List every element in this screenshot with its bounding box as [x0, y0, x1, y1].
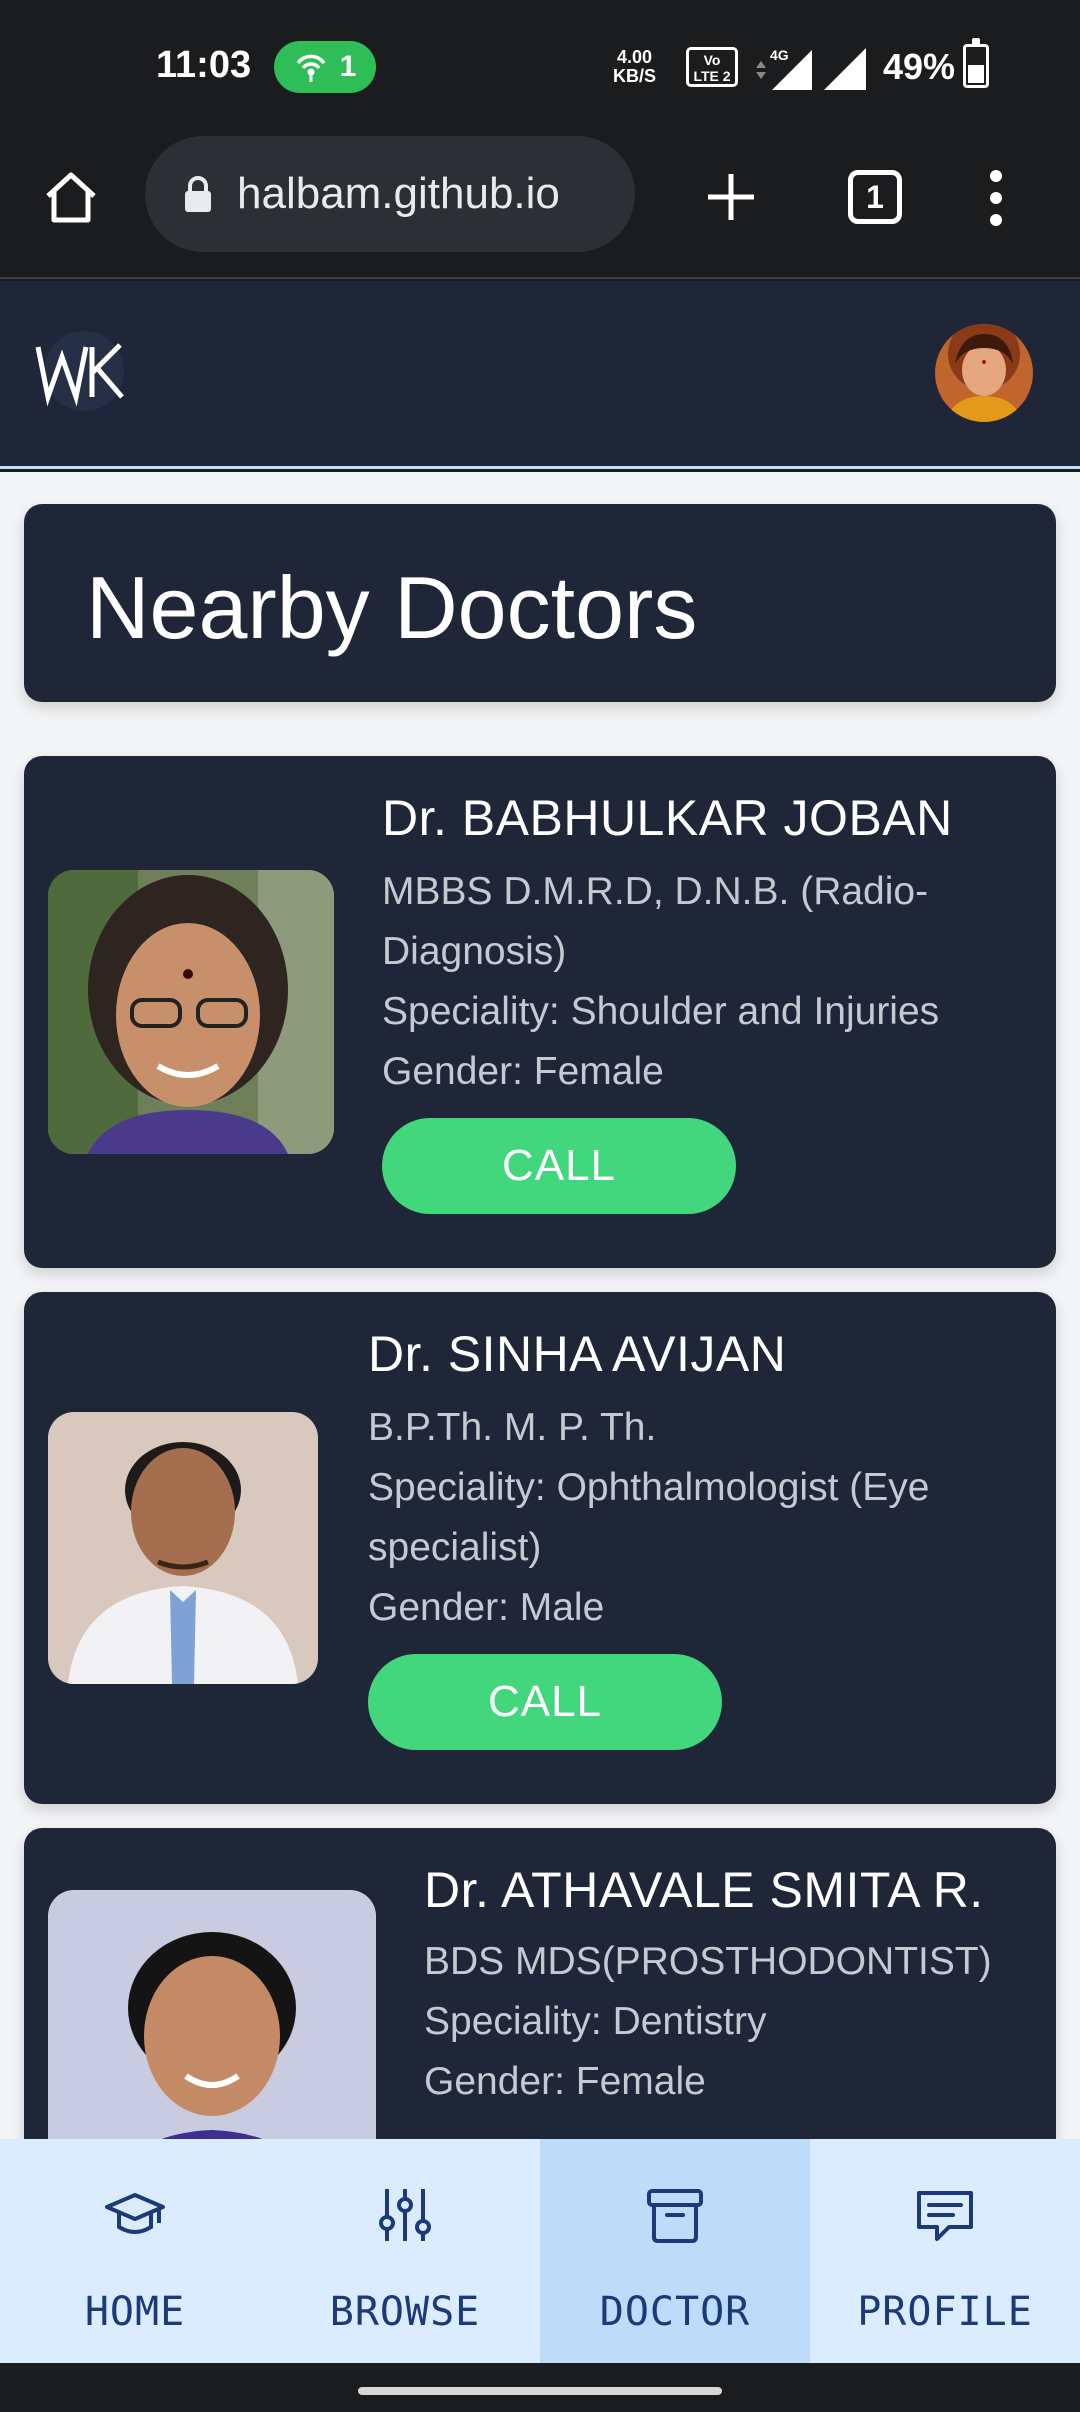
doctor-photo-image — [48, 1890, 376, 2140]
bottom-nav: HOME BROWSE DOCTOR PROFILE — [0, 2139, 1080, 2363]
user-avatar-image — [935, 324, 1033, 422]
doctor-photo-image — [48, 870, 334, 1154]
doctor-info: Dr. SINHA AVIJAN B.P.Th. M. P. Th. Speci… — [368, 1324, 1042, 1750]
doctor-speciality: Speciality: Ophthalmologist (Eye — [368, 1466, 930, 1509]
doctor-gender: Gender: Male — [368, 1586, 605, 1629]
page-title: Nearby Doctors — [86, 558, 698, 657]
doctor-speciality: Speciality: Dentistry — [424, 2000, 767, 2043]
gesture-navigation-area — [0, 2363, 1080, 2412]
status-bar: 11:03 1 4.00 KB/S Vo LTE 2 4G 49% — [0, 0, 1080, 132]
page-title-card: Nearby Doctors — [24, 504, 1056, 702]
volte-top-label: Vo — [703, 52, 721, 68]
app-header — [0, 281, 1080, 469]
new-tab-icon[interactable] — [700, 166, 762, 228]
network-speed: 4.00 KB/S — [613, 48, 656, 86]
doctor-card: Dr. ATHAVALE SMITA R. BDS MDS(PROSTHODON… — [24, 1828, 1056, 2140]
main-content: Nearby Doctors Dr. BABHULKAR JOBAN MBBS … — [0, 472, 1080, 2140]
status-time: 11:03 — [156, 44, 252, 86]
nav-label-profile: PROFILE — [857, 2289, 1033, 2335]
url-text: halbam.github.io — [237, 169, 560, 218]
doctor-photo-image — [48, 1412, 318, 1684]
doctor-card: Dr. SINHA AVIJAN B.P.Th. M. P. Th. Speci… — [24, 1292, 1056, 1804]
call-button[interactable]: CALL — [368, 1654, 722, 1750]
signal-strength-icon — [824, 48, 866, 90]
network-speed-value: 4.00 — [616, 47, 653, 67]
volte-bottom-label: LTE 2 — [693, 68, 731, 84]
doctor-qualification-cont: Diagnosis) — [382, 930, 567, 973]
graduation-cap-icon — [105, 2193, 165, 2234]
doctor-info: Dr. ATHAVALE SMITA R. BDS MDS(PROSTHODON… — [424, 1860, 1044, 2112]
battery-icon — [963, 38, 989, 88]
tab-switcher-button[interactable]: 1 — [848, 170, 902, 224]
nav-item-doctor[interactable]: DOCTOR — [540, 2139, 810, 2363]
call-button[interactable]: CALL — [382, 1118, 736, 1214]
nav-item-browse[interactable]: BROWSE — [270, 2139, 540, 2363]
nav-label-doctor: DOCTOR — [599, 2289, 751, 2335]
more-options-icon[interactable] — [984, 168, 1008, 228]
hotspot-indicator: 1 — [274, 41, 376, 93]
nav-item-home[interactable]: HOME — [0, 2139, 270, 2363]
doctor-name: Dr. SINHA AVIJAN — [368, 1326, 787, 1382]
nav-label-home: HOME — [84, 2289, 186, 2335]
user-avatar[interactable] — [935, 324, 1033, 422]
app-logo[interactable] — [32, 327, 142, 417]
browser-toolbar: halbam.github.io 1 — [0, 132, 1080, 279]
signal-4g-icon: 4G — [756, 47, 812, 90]
hotspot-icon — [296, 54, 326, 82]
network-speed-unit: KB/S — [613, 66, 657, 86]
doctor-info: Dr. BABHULKAR JOBAN MBBS D.M.R.D, D.N.B.… — [382, 788, 1042, 1214]
doctor-gender: Gender: Female — [382, 1050, 664, 1093]
doctor-card: Dr. BABHULKAR JOBAN MBBS D.M.R.D, D.N.B.… — [24, 756, 1056, 1268]
doctor-speciality: Speciality: Shoulder and Injuries — [382, 990, 940, 1033]
lock-icon — [185, 176, 211, 212]
network-type-label: 4G — [770, 47, 789, 63]
battery-percent: 49% — [883, 46, 956, 87]
message-icon — [917, 2191, 973, 2241]
doctor-gender: Gender: Female — [424, 2060, 706, 2103]
doctor-qualification: B.P.Th. M. P. Th. — [368, 1406, 657, 1449]
doctor-speciality-cont: specialist) — [368, 1526, 542, 1569]
doctor-photo — [48, 1890, 376, 2140]
doctor-name: Dr. ATHAVALE SMITA R. — [424, 1862, 984, 1918]
doctor-qualification: BDS MDS(PROSTHODONTIST) — [424, 1940, 992, 1983]
volte-icon: Vo LTE 2 — [686, 47, 738, 87]
tab-count: 1 — [866, 178, 884, 215]
home-icon[interactable] — [40, 166, 102, 228]
address-bar[interactable]: halbam.github.io — [145, 136, 635, 252]
nav-label-browse: BROWSE — [329, 2289, 481, 2335]
doctor-name: Dr. BABHULKAR JOBAN — [382, 790, 953, 846]
gesture-bar[interactable] — [358, 2387, 722, 2395]
doctor-photo — [48, 1412, 318, 1684]
doctor-qualification: MBBS D.M.R.D, D.N.B. (Radio- — [382, 870, 929, 913]
archive-icon — [647, 2189, 703, 2243]
nav-item-profile[interactable]: PROFILE — [810, 2139, 1080, 2363]
hotspot-count: 1 — [339, 50, 357, 83]
doctor-photo — [48, 870, 334, 1154]
sliders-icon — [379, 2189, 431, 2241]
